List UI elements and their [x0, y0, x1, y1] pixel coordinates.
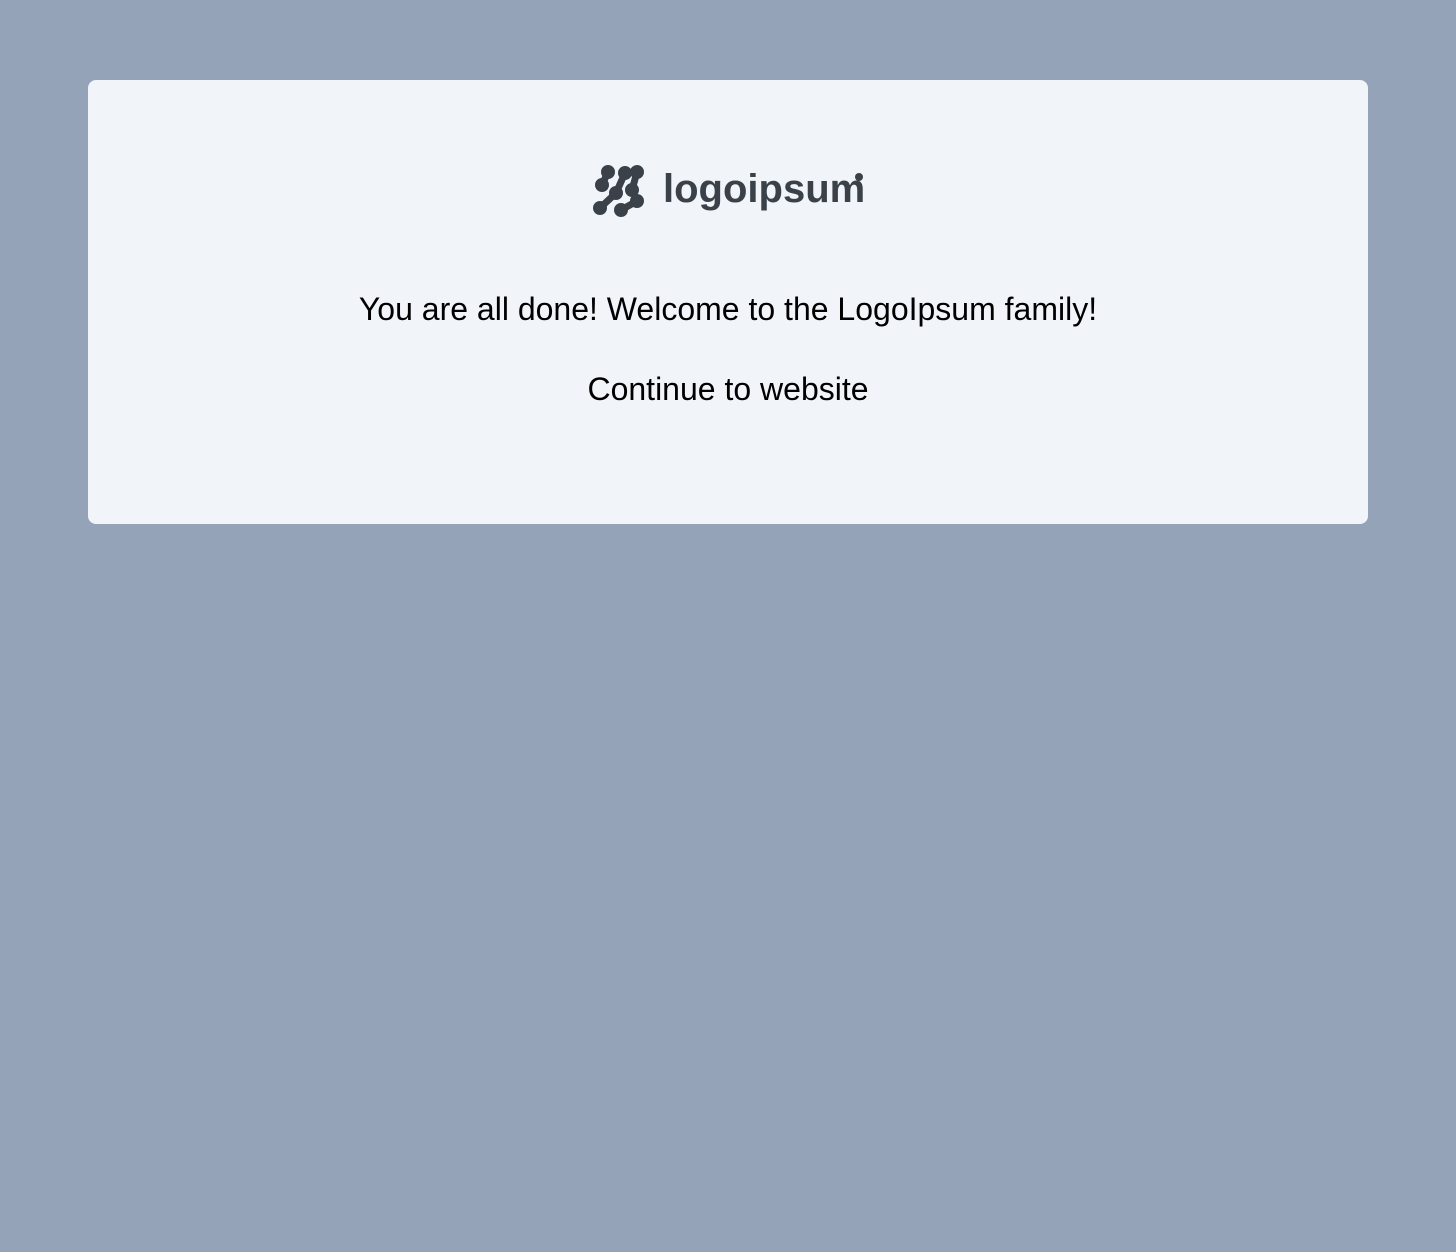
logo-mark-icon — [593, 165, 644, 217]
logo-dot — [855, 173, 863, 181]
continue-to-website-link[interactable]: Continue to website — [0, 368, 1456, 410]
page-background: { "logo": { "wordmark": "logoipsum", "ic… — [0, 0, 1456, 1252]
logo-wordmark: logoipsum — [663, 167, 865, 211]
completion-message: You are all done! Welcome to the LogoIps… — [358, 291, 1098, 327]
brand-logo: logoipsum — [591, 163, 866, 219]
